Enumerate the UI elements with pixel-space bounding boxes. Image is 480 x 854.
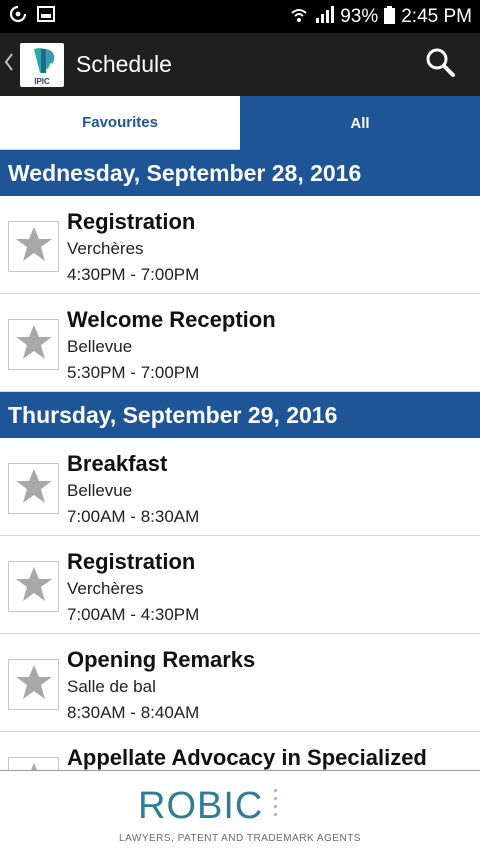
sponsor-logo: ROBIC [138,785,264,827]
app-logo[interactable]: IPIC [20,42,64,87]
day-header: Thursday, September 29, 2016 [0,392,480,438]
star-icon [15,566,53,607]
star-icon [15,468,53,509]
event-room: Bellevue [67,481,133,500]
list-item[interactable]: Opening Remarks Salle de bal 8:30AM - 8:… [0,634,480,732]
favourite-toggle[interactable] [8,463,59,514]
search-icon [424,46,456,83]
tab-all[interactable]: All [240,96,480,150]
event-title: Welcome Reception [67,307,276,332]
signal-icon [314,5,335,28]
svg-text:IPIC: IPIC [34,77,50,86]
favourite-toggle[interactable] [8,221,59,272]
favourite-toggle[interactable] [8,659,59,710]
list-item[interactable]: Welcome Reception Bellevue 5:30PM - 7:00… [0,294,480,392]
star-icon [15,226,53,267]
event-room: Salle de bal [67,677,156,696]
page-title: Schedule [76,51,172,77]
status-bar: 93% 2:45 PM [0,0,480,33]
event-room: Verchères [67,579,144,598]
event-room: Bellevue [67,337,133,356]
tab-bar: Favourites All [0,96,480,150]
sync-icon [8,4,28,29]
logo-dots [274,789,278,821]
search-button[interactable] [420,45,460,85]
event-room: Verchères [67,239,144,258]
clock: 2:45 PM [401,6,472,27]
favourite-toggle[interactable] [8,757,59,770]
list-item[interactable]: Registration Verchères 7:00AM - 4:30PM [0,536,480,634]
favourite-toggle[interactable] [8,319,59,370]
favourite-toggle[interactable] [8,561,59,612]
star-icon [15,762,53,770]
star-icon [15,664,53,705]
event-time: 4:30PM - 7:00PM [67,265,200,284]
gallery-icon [36,4,56,29]
chevron-left-icon[interactable] [4,52,18,78]
tab-favourites[interactable]: Favourites [0,96,240,150]
wifi-icon [290,6,308,28]
list-item[interactable]: Breakfast Bellevue 7:00AM - 8:30AM [0,438,480,536]
event-title: Registration [67,549,196,574]
app-bar: IPIC Schedule [0,33,480,96]
event-time: 5:30PM - 7:00PM [67,363,200,382]
event-time: 7:00AM - 8:30AM [67,507,200,526]
event-title: Opening Remarks [67,647,256,672]
day-header: Wednesday, September 28, 2016 [0,150,480,196]
sponsor-banner[interactable]: ROBIC LAWYERS, PATENT AND TRADEMARK AGEN… [0,770,480,854]
event-title: Registration [67,209,196,234]
schedule-list[interactable]: Wednesday, September 28, 2016 Registrati… [0,150,480,770]
list-item[interactable]: Appellate Advocacy in Specialized [0,732,480,770]
battery-icon [384,5,396,28]
sponsor-tagline: LAWYERS, PATENT AND TRADEMARK AGENTS [119,833,361,844]
event-title: Appellate Advocacy in Specialized [67,745,427,770]
event-time: 8:30AM - 8:40AM [67,703,200,722]
list-item[interactable]: Registration Verchères 4:30PM - 7:00PM [0,196,480,294]
event-time: 7:00AM - 4:30PM [67,605,200,624]
star-icon [15,324,53,365]
event-title: Breakfast [67,451,168,476]
battery-percent: 93% [340,6,379,27]
